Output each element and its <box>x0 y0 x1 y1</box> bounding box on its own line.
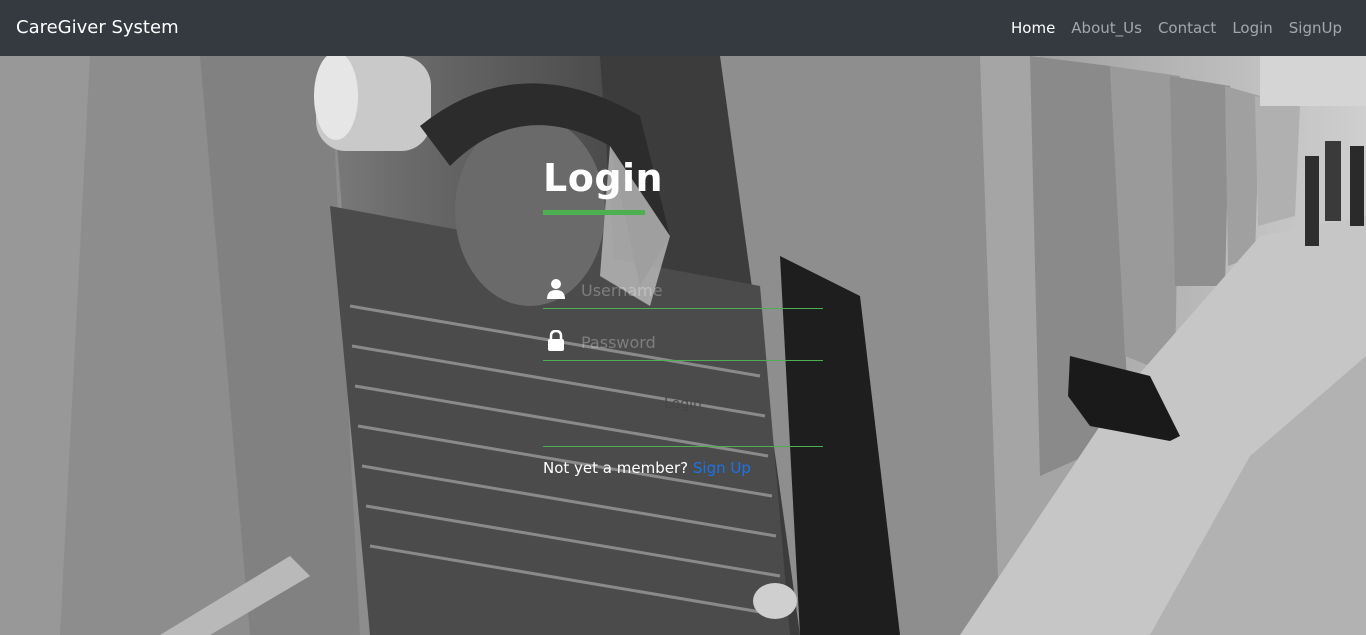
nav-link-contact[interactable]: Contact <box>1158 17 1216 39</box>
nav-link-home[interactable]: Home <box>1011 17 1055 39</box>
login-button[interactable]: Login <box>543 361 823 447</box>
lock-icon <box>546 329 566 352</box>
nav-link-signup[interactable]: SignUp <box>1289 17 1342 39</box>
login-form: Login Login Not yet a member? Sign Up <box>543 152 823 478</box>
signup-prompt: Not yet a member? Sign Up <box>543 458 823 478</box>
brand-logo-text[interactable]: CareGiver System <box>16 15 179 41</box>
username-input[interactable] <box>579 274 823 306</box>
password-field-wrapper <box>543 320 823 361</box>
nav-link-about-us[interactable]: About_Us <box>1071 17 1142 39</box>
nav-link-login[interactable]: Login <box>1232 17 1272 39</box>
nav-links: Home About_Us Contact Login SignUp <box>1011 17 1342 39</box>
password-input[interactable] <box>579 326 823 358</box>
username-field-wrapper <box>543 268 823 309</box>
user-icon <box>546 278 566 300</box>
signup-prompt-text: Not yet a member? <box>543 459 689 477</box>
navbar: CareGiver System Home About_Us Contact L… <box>0 0 1366 56</box>
title-underline <box>543 210 645 215</box>
signup-link[interactable]: Sign Up <box>693 459 751 477</box>
login-title: Login <box>543 156 664 200</box>
